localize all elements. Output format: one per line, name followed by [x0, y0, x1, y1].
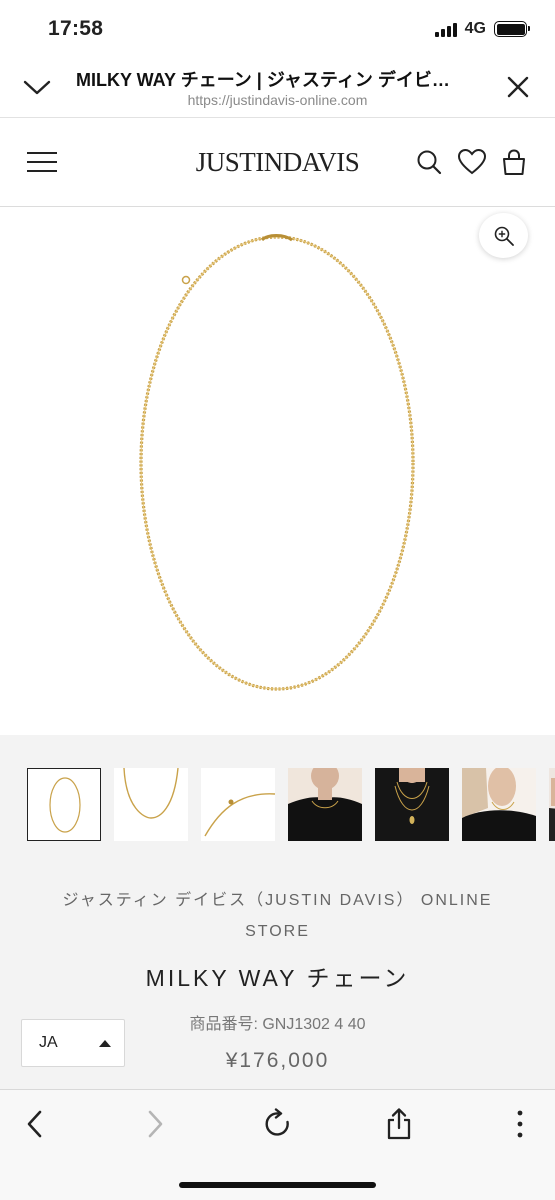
forward-arrow-icon[interactable]	[135, 1104, 175, 1144]
signal-icon	[434, 22, 457, 37]
clock: 17:58	[48, 17, 104, 40]
thumbnail-strip	[27, 768, 555, 841]
status-bar: 17:58 4G	[0, 0, 555, 56]
page-url: https://justindavis-online.com	[187, 92, 368, 108]
caret-up-icon	[99, 1040, 111, 1047]
page-title: MILKY WAY チェーン | ジャスティン デイビ…	[76, 70, 450, 90]
zoom-button[interactable]	[479, 213, 528, 258]
product-info-section: ジャスティン デイビス（JUSTIN DAVIS） ONLINE STORE M…	[0, 735, 555, 1089]
back-arrow-icon[interactable]	[15, 1104, 55, 1144]
language-select[interactable]: JA	[21, 1019, 125, 1067]
close-icon[interactable]	[505, 74, 531, 105]
zoom-in-icon	[494, 226, 514, 246]
thumbnail-model-woman[interactable]	[462, 768, 536, 841]
share-icon[interactable]	[379, 1104, 419, 1144]
thumbnail-model-partial[interactable]	[549, 768, 555, 841]
brand-store-name: ジャスティン デイビス（JUSTIN DAVIS） ONLINE STORE	[62, 892, 493, 940]
search-icon[interactable]	[415, 148, 443, 181]
thumbnail-chain-full[interactable]	[27, 768, 101, 841]
thumbnail-model-neck[interactable]	[288, 768, 362, 841]
thumbnail-clasp-detail[interactable]	[201, 768, 275, 841]
network-type: 4G	[464, 20, 486, 37]
battery-icon	[494, 21, 530, 37]
language-select-value: JA	[39, 1034, 58, 1051]
heart-icon[interactable]	[457, 148, 487, 181]
product-name: MILKY WAY チェーン	[145, 965, 410, 991]
shopping-bag-icon[interactable]	[501, 148, 527, 181]
more-icon[interactable]	[500, 1104, 540, 1144]
thumbnail-chain-closeup[interactable]	[114, 768, 188, 841]
thumbnail-model-layered[interactable]	[375, 768, 449, 841]
site-header: JUSTINDAVIS	[0, 118, 555, 207]
home-indicator[interactable]	[179, 1182, 376, 1188]
gold-chain-image	[139, 234, 415, 691]
reload-icon[interactable]	[258, 1104, 298, 1144]
product-main-image[interactable]	[0, 207, 555, 735]
browser-header: MILKY WAY チェーン | ジャスティン デイビ… https://jus…	[0, 56, 555, 118]
